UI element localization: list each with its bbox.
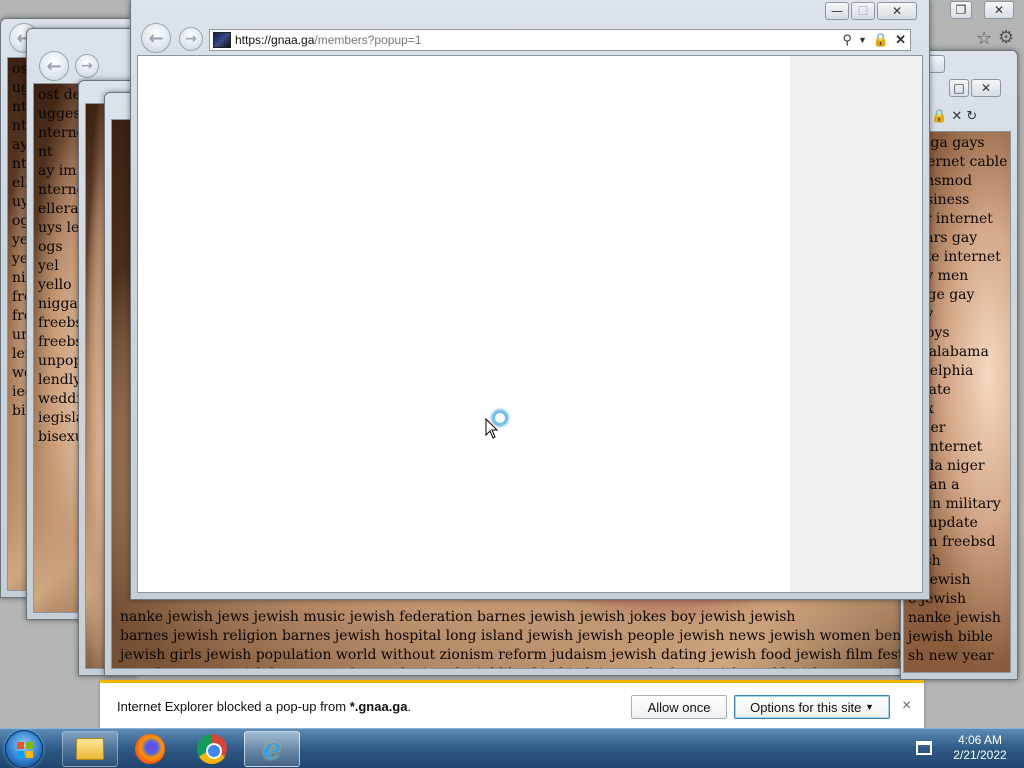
taskbar-chrome[interactable]	[184, 731, 240, 767]
chrome-icon	[197, 734, 227, 764]
internet-explorer-icon: e	[262, 731, 282, 767]
notification-close-button[interactable]: ×	[902, 697, 911, 715]
maximize-button[interactable]: ☐	[851, 2, 875, 20]
folder-icon	[76, 738, 104, 760]
page-text-line: jewish girls jewish population world wit…	[120, 647, 1007, 663]
system-tray: 4:06 AM 2/21/2022	[906, 729, 1024, 768]
dropdown-arrow-icon[interactable]: ▼	[858, 35, 867, 45]
taskbar: e 4:06 AM 2/21/2022	[0, 728, 1024, 768]
page-scroll-area	[790, 56, 922, 592]
page-text-line: jewish names jewish last names bernanke …	[120, 665, 1006, 668]
minimize-button[interactable]: —	[825, 2, 849, 20]
page-text-line: sh new year	[908, 648, 994, 664]
page-text-line: nanke jewish	[908, 610, 1001, 626]
forward-icon: →	[75, 54, 99, 78]
settings-gear-icon[interactable]: ⚙	[998, 27, 1014, 48]
page-text-line: barnes jewish religion barnes jewish hos…	[120, 628, 1007, 644]
url-path: /members?popup=1	[314, 33, 422, 47]
restore-button[interactable]: ❐	[950, 1, 972, 19]
lock-icon: 🔒 ✕ ↻	[931, 109, 978, 124]
back-icon: ←	[39, 51, 69, 81]
popup-content	[137, 55, 923, 593]
close-button[interactable]: ✕	[877, 2, 917, 20]
stop-icon[interactable]: ✕	[895, 32, 906, 48]
search-icon[interactable]: ⚲	[842, 32, 852, 48]
address-bar[interactable]: https://gnaa.ga/members?popup=1 ⚲ ▼ 🔒 ✕	[209, 29, 911, 51]
desktop-caption-controls: ❐ ✕ ☆ ⚙	[940, 0, 1024, 60]
background-page-text: nanke jewish jews jewish music jewish fe…	[116, 606, 1006, 668]
allow-once-button[interactable]: Allow once	[631, 695, 727, 719]
popup-blocked-notification: Internet Explorer blocked a pop-up from …	[100, 680, 924, 728]
close-button[interactable]: ✕	[971, 79, 1001, 97]
close-button[interactable]: ✕	[984, 1, 1014, 19]
clock-time: 4:06 AM	[957, 733, 1003, 747]
back-button[interactable]: ←	[141, 23, 171, 53]
url-host: https://gnaa.ga	[235, 33, 315, 47]
start-button[interactable]	[5, 730, 43, 768]
minimize-button[interactable]: □	[949, 79, 969, 97]
clock-date: 2/21/2022	[953, 748, 1007, 762]
options-for-site-button[interactable]: Options for this site ▼	[734, 695, 890, 719]
network-icon[interactable]	[916, 741, 932, 755]
taskbar-windows-explorer[interactable]	[62, 731, 118, 767]
forward-button[interactable]: →	[179, 27, 203, 51]
favorites-star-icon[interactable]: ☆	[976, 28, 992, 49]
popup-window: — ☐ ✕ ← → https://gnaa.ga/members?popup=…	[130, 0, 930, 600]
busy-indicator-icon	[492, 410, 508, 426]
notification-message: Internet Explorer blocked a pop-up from …	[117, 699, 412, 714]
firefox-icon	[135, 734, 165, 764]
lock-icon[interactable]: 🔒	[873, 32, 889, 48]
page-text-line: nanke jewish jews jewish music jewish fe…	[120, 609, 796, 625]
taskbar-firefox[interactable]	[122, 731, 178, 767]
site-favicon-icon	[213, 32, 231, 48]
clock[interactable]: 4:06 AM 2/21/2022	[940, 733, 1020, 763]
chevron-down-icon: ▼	[864, 702, 874, 712]
taskbar-internet-explorer[interactable]: e	[244, 731, 300, 767]
page-text-line: jewish bible	[908, 629, 993, 645]
